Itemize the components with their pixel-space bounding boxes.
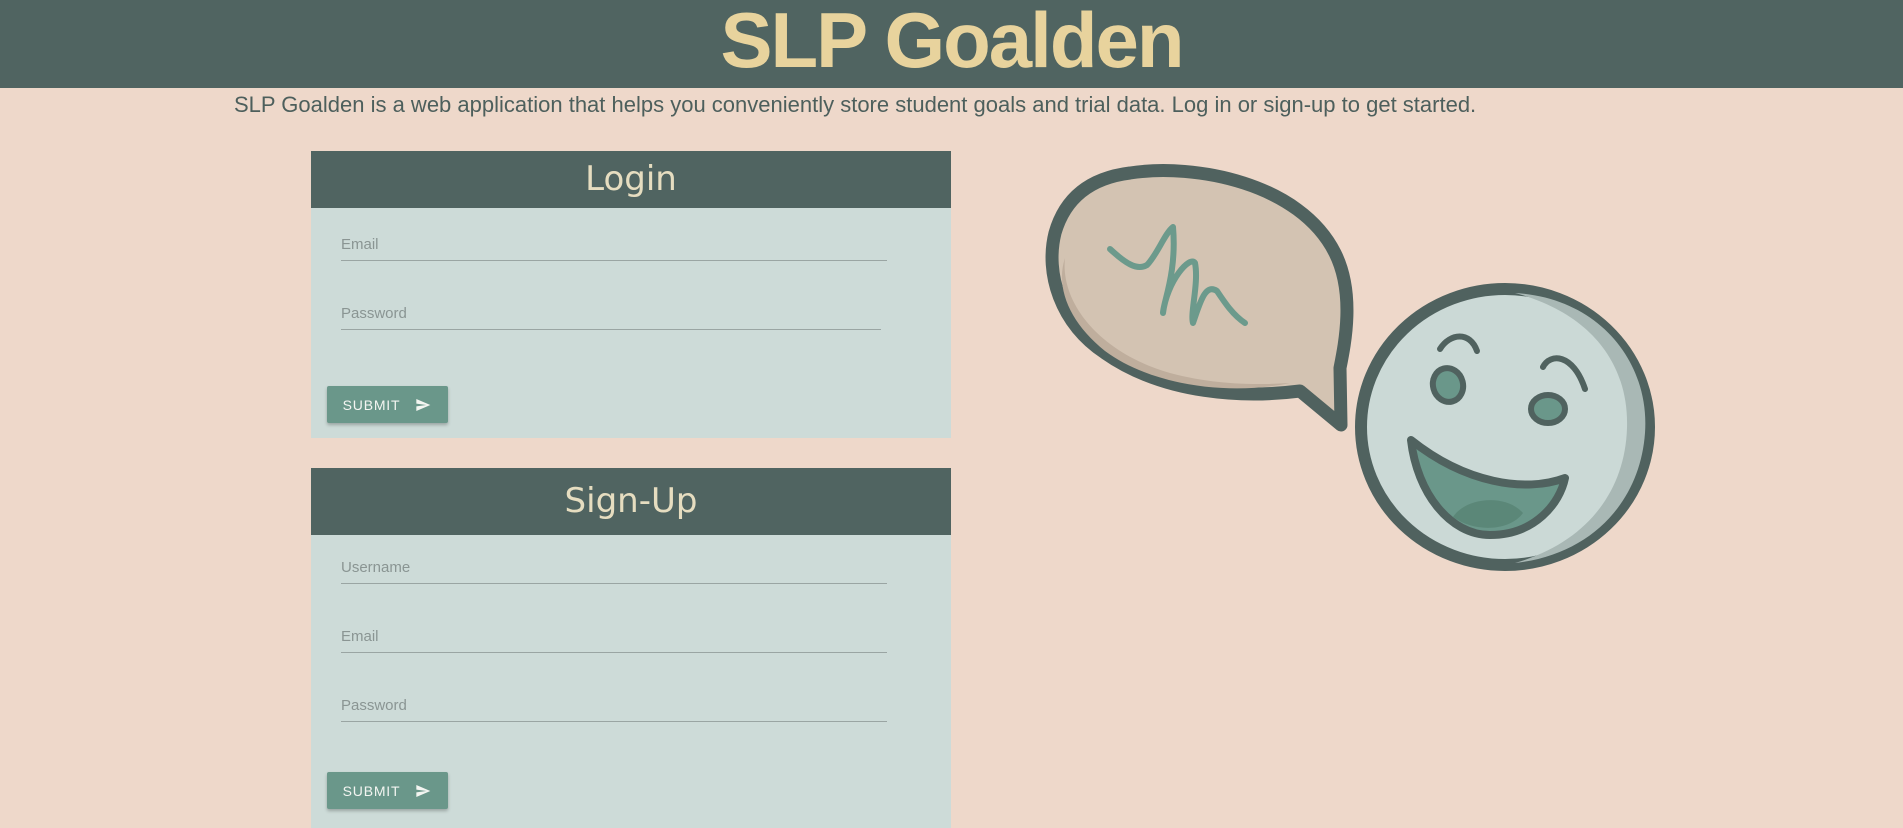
speech-bubble-icon	[1045, 164, 1354, 432]
signup-submit-label: SUBMIT	[342, 782, 401, 799]
login-submit-button[interactable]: SUBMIT	[327, 386, 448, 423]
site-header: SLP Goalden	[0, 0, 1903, 88]
speech-illustration	[1045, 164, 1655, 571]
signup-email-input[interactable]	[341, 622, 887, 650]
signup-password-input[interactable]	[341, 691, 887, 719]
signup-password-field[interactable]	[341, 691, 887, 722]
login-password-field[interactable]	[341, 299, 881, 330]
signup-card: Sign-Up SUBMIT	[311, 468, 951, 828]
signup-username-input[interactable]	[341, 553, 887, 581]
login-submit-label: SUBMIT	[342, 396, 401, 413]
send-icon	[416, 784, 431, 797]
login-title: Login	[311, 151, 951, 208]
intro-text: SLP Goalden is a web application that he…	[234, 92, 1477, 117]
signup-title: Sign-Up	[311, 468, 951, 535]
login-email-input[interactable]	[341, 230, 887, 258]
signup-email-field[interactable]	[341, 622, 887, 653]
site-title: SLP Goalden	[720, 0, 1185, 84]
login-card: Login SUBMIT	[311, 151, 951, 438]
signup-submit-button[interactable]: SUBMIT	[327, 772, 448, 809]
login-password-input[interactable]	[341, 299, 881, 327]
smiley-face-icon	[1355, 283, 1655, 571]
signup-username-field[interactable]	[341, 553, 887, 584]
send-icon	[416, 398, 431, 411]
login-email-field[interactable]	[341, 230, 887, 261]
